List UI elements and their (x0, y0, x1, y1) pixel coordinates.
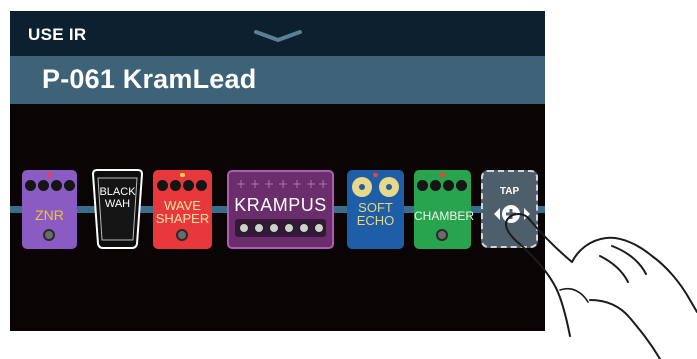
pointing-hand-icon (505, 213, 697, 359)
